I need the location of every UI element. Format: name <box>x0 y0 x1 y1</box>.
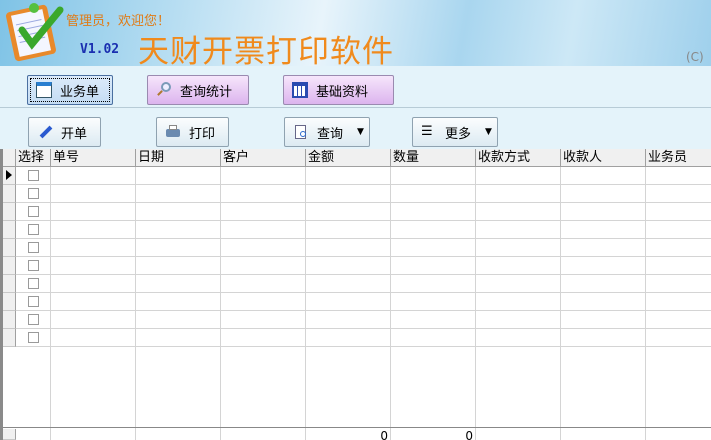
table-row <box>3 220 711 221</box>
row-header[interactable] <box>3 311 16 329</box>
row-select-checkbox[interactable] <box>28 188 39 199</box>
copyright-text: (C) <box>686 50 704 64</box>
chevron-down-icon: ▼ <box>357 127 364 137</box>
row-header[interactable] <box>3 203 16 221</box>
row-header[interactable] <box>3 275 16 293</box>
table-row <box>3 202 711 203</box>
column-header[interactable]: 日期 <box>136 149 221 167</box>
row-select-checkbox[interactable] <box>28 206 39 217</box>
pen-icon <box>37 124 53 140</box>
table-row <box>3 256 711 257</box>
column-header[interactable]: 单号 <box>51 149 136 167</box>
row-header[interactable] <box>3 257 16 275</box>
column-header[interactable]: 选择 <box>16 149 51 167</box>
query-label: 查询 <box>317 126 344 142</box>
header-banner: 管理员，欢迎您！ V1.02 天财开票打印软件 (C) <box>0 0 711 70</box>
column-header[interactable]: 收款方式 <box>476 149 561 167</box>
totals-row-header <box>3 429 16 440</box>
nav-basic-data-button[interactable]: 基础资料 <box>283 75 394 105</box>
totals-divider <box>3 427 711 428</box>
row-header[interactable] <box>3 185 16 203</box>
nav-label: 业务单 <box>60 84 100 100</box>
column-divider <box>561 149 646 440</box>
new-order-button[interactable]: 开单 <box>28 117 101 147</box>
table-row <box>3 184 711 185</box>
row-select-checkbox[interactable] <box>28 314 39 325</box>
column-divider <box>221 149 306 440</box>
column-divider <box>476 149 561 440</box>
table-row <box>3 274 711 275</box>
app-title: 天财开票打印软件 <box>138 34 394 70</box>
row-select-checkbox[interactable] <box>28 260 39 271</box>
row-header[interactable] <box>3 221 16 239</box>
column-divider <box>136 149 221 440</box>
row-header[interactable] <box>3 167 16 185</box>
column-divider <box>51 149 136 440</box>
query-dropdown-button[interactable]: 查询 ▼ <box>284 117 370 147</box>
column-divider <box>646 149 711 440</box>
row-select-checkbox[interactable] <box>28 278 39 289</box>
nav-query-stats-button[interactable]: 查询统计 <box>147 75 249 105</box>
chevron-down-icon: ▼ <box>485 127 492 137</box>
column-header[interactable]: 金额 <box>306 149 391 167</box>
print-label: 打印 <box>189 126 216 142</box>
column-header[interactable]: 收款人 <box>561 149 646 167</box>
row-select-checkbox[interactable] <box>28 296 39 307</box>
column-divider <box>391 149 476 440</box>
table-row <box>3 310 711 311</box>
more-label: 更多 <box>445 126 472 142</box>
total-quantity: 0 <box>465 429 473 440</box>
row-select-checkbox[interactable] <box>28 332 39 343</box>
column-divider <box>306 149 391 440</box>
row-header[interactable] <box>3 329 16 347</box>
total-amount: 0 <box>380 429 388 440</box>
table-row <box>3 346 711 347</box>
table-row <box>3 328 711 329</box>
more-dropdown-button[interactable]: ☰ 更多 ▼ <box>412 117 498 147</box>
nav-label: 查询统计 <box>180 84 233 100</box>
menu-lines-icon: ☰ <box>421 124 433 139</box>
printer-icon <box>165 124 181 140</box>
table-row <box>3 238 711 239</box>
search-icon <box>156 82 172 98</box>
new-order-label: 开单 <box>61 126 88 142</box>
row-select-checkbox[interactable] <box>28 170 39 181</box>
row-select-checkbox[interactable] <box>28 242 39 253</box>
calendar-icon <box>292 82 308 98</box>
table-row <box>3 292 711 293</box>
nav-label: 基础资料 <box>316 84 369 100</box>
orders-table[interactable]: 选择 单号 日期 客户 金额 数量 收款方式 收款人 业务员 0 0 <box>0 149 711 440</box>
current-row-arrow-icon <box>6 170 12 180</box>
row-header[interactable] <box>3 293 16 311</box>
row-select-checkbox[interactable] <box>28 224 39 235</box>
column-header[interactable]: 业务员 <box>646 149 711 167</box>
print-button[interactable]: 打印 <box>156 117 229 147</box>
column-header[interactable]: 客户 <box>221 149 306 167</box>
row-header-corner <box>3 149 16 167</box>
version-label: V1.02 <box>80 42 120 57</box>
document-search-icon <box>293 124 309 140</box>
column-header[interactable]: 数量 <box>391 149 476 167</box>
document-icon <box>36 82 52 98</box>
row-header[interactable] <box>3 239 16 257</box>
nav-business-orders-button[interactable]: 业务单 <box>27 75 113 105</box>
app-logo-icon <box>6 3 64 62</box>
